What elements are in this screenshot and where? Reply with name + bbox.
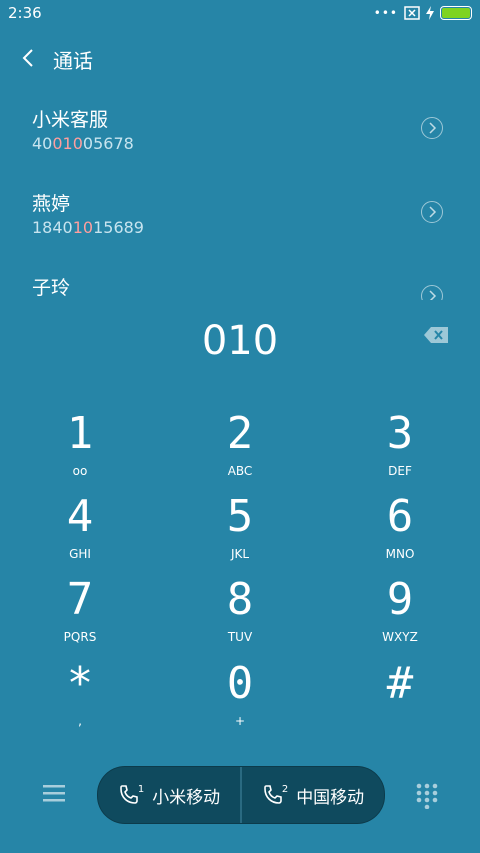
phone-icon <box>264 785 282 804</box>
key-digit: * <box>66 658 94 709</box>
dialed-number: 010 <box>201 318 279 364</box>
key-letters: ABC <box>227 464 253 478</box>
sim1-index: 1 <box>137 783 145 795</box>
key-digit: 8 <box>226 574 254 625</box>
battery-icon <box>440 6 472 20</box>
key-1[interactable]: 1 ᴏᴏ <box>0 410 160 490</box>
sim2-label: 中国移动 <box>296 787 365 808</box>
key-digit: 2 <box>226 408 254 459</box>
contact-item[interactable]: 燕婷 18401015689 <box>0 179 480 259</box>
contact-detail-button[interactable] <box>421 117 443 139</box>
contact-detail-button[interactable] <box>421 285 443 300</box>
phone-icon <box>120 785 138 804</box>
back-arrow-icon[interactable] <box>18 46 42 70</box>
key-letters: PQRS <box>63 630 97 644</box>
key-hash[interactable]: # <box>320 660 480 740</box>
key-letters: MNO <box>385 547 415 561</box>
status-time: 2:36 <box>8 4 42 22</box>
contact-number: 18401015689 <box>32 218 144 237</box>
key-9[interactable]: 9 WXYZ <box>320 576 480 656</box>
key-4[interactable]: 4 GHI <box>0 493 160 573</box>
key-digit: 5 <box>226 491 254 542</box>
key-digit: 9 <box>386 574 414 625</box>
key-0[interactable]: 0 + <box>160 660 320 740</box>
call-buttons: 1 小米移动 2 中国移动 <box>97 766 385 824</box>
contact-name: 燕婷 <box>32 193 71 215</box>
key-digit: # <box>386 658 414 709</box>
status-icons: ••• <box>374 6 472 20</box>
contact-detail-button[interactable] <box>421 201 443 223</box>
contact-item[interactable]: 小米客服 4001005678 <box>0 95 480 175</box>
call-sim1-button[interactable]: 1 小米移动 <box>98 767 240 823</box>
sim-close-icon <box>404 6 420 20</box>
key-letters: , <box>78 714 82 728</box>
key-digit: 0 <box>226 658 254 709</box>
detail-chevron-icon <box>429 122 437 134</box>
key-digit: 1 <box>66 408 94 459</box>
key-digit: 6 <box>386 491 414 542</box>
key-letters: DEF <box>388 464 412 478</box>
detail-chevron-icon <box>429 206 437 218</box>
detail-chevron-icon <box>429 290 437 300</box>
sim1-label: 小米移动 <box>152 787 221 808</box>
key-digit: 3 <box>386 408 414 459</box>
key-letters: TUV <box>227 630 253 644</box>
status-bar: 2:36 ••• <box>0 0 480 28</box>
key-5[interactable]: 5 JKL <box>160 493 320 573</box>
bottom-bar: 1 小米移动 2 中国移动 <box>0 766 480 824</box>
key-letters: + <box>234 714 246 728</box>
menu-icon[interactable] <box>43 783 65 803</box>
contact-name: 子玲 <box>32 277 71 299</box>
dots-icon: ••• <box>373 6 398 20</box>
backspace-icon[interactable] <box>423 326 449 344</box>
contact-item[interactable]: 子玲 <box>0 263 480 300</box>
page-title: 通话 <box>53 49 93 73</box>
key-8[interactable]: 8 TUV <box>160 576 320 656</box>
key-3[interactable]: 3 DEF <box>320 410 480 490</box>
key-star[interactable]: *, <box>0 660 160 740</box>
contact-name: 小米客服 <box>32 109 109 131</box>
key-letters: GHI <box>69 547 91 561</box>
call-sim2-button[interactable]: 2 中国移动 <box>242 767 384 823</box>
key-7[interactable]: 7 PQRS <box>0 576 160 656</box>
key-digit: 7 <box>66 574 94 625</box>
key-6[interactable]: 6 MNO <box>320 493 480 573</box>
app-header: 通话 <box>0 36 480 80</box>
key-letters: JKL <box>230 547 250 561</box>
key-letters: WXYZ <box>382 630 418 644</box>
key-2[interactable]: 2 ABC <box>160 410 320 490</box>
key-digit: 4 <box>66 491 94 542</box>
charging-icon <box>426 6 434 20</box>
contact-number: 4001005678 <box>32 134 134 153</box>
dialpad-grid-icon[interactable] <box>416 783 438 809</box>
contact-suggestions: 小米客服 4001005678 燕婷 18401015689 子玲 <box>0 95 480 300</box>
voicemail-icon: ᴏᴏ <box>72 464 88 478</box>
sim2-index: 2 <box>281 783 289 795</box>
